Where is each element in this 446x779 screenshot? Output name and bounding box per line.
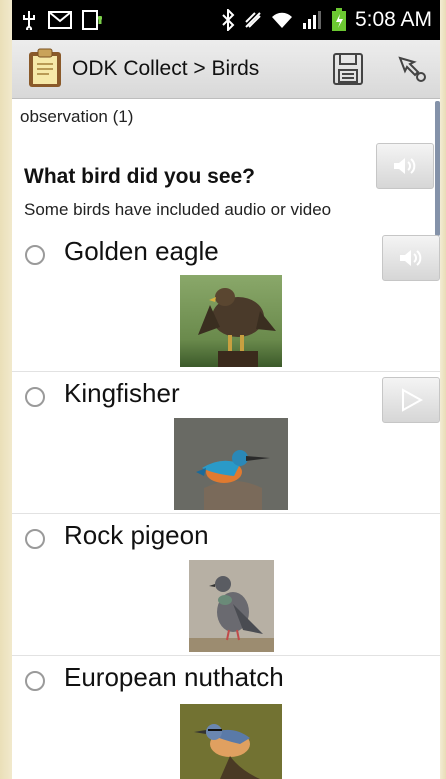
radio-button[interactable] bbox=[25, 671, 45, 691]
radio-button[interactable] bbox=[25, 529, 45, 549]
frame-left bbox=[0, 0, 12, 779]
app-title: ODK Collect > Birds bbox=[72, 57, 260, 80]
speaker-icon bbox=[394, 158, 416, 174]
mail-icon bbox=[48, 11, 72, 29]
choice-audio-button[interactable] bbox=[382, 235, 440, 281]
form-content[interactable]: observation (1) What bird did you see? S… bbox=[12, 99, 440, 779]
clipboard-icon[interactable] bbox=[28, 48, 62, 88]
question-text: What bird did you see? bbox=[24, 165, 256, 188]
divider bbox=[12, 655, 440, 656]
divider bbox=[12, 513, 440, 514]
signal-icon bbox=[302, 11, 321, 29]
scrollbar[interactable] bbox=[435, 101, 440, 236]
choice-video-button[interactable] bbox=[382, 377, 440, 423]
bluetooth-icon bbox=[222, 9, 235, 31]
group-label: observation (1) bbox=[20, 107, 134, 126]
usb-icon bbox=[23, 11, 35, 30]
question-hint: Some birds have included audio or video bbox=[24, 200, 332, 219]
phone-screen: 5:08 AM ODK Collect > Birds observation … bbox=[12, 0, 440, 779]
choice-rock-pigeon[interactable]: Rock pigeon bbox=[12, 517, 440, 655]
save-icon[interactable] bbox=[332, 52, 364, 86]
battery-icon bbox=[331, 8, 346, 31]
action-bar: ODK Collect > Birds bbox=[12, 40, 440, 99]
radio-button[interactable] bbox=[25, 245, 45, 265]
kingfisher-image bbox=[174, 418, 288, 510]
choice-label: European nuthatch bbox=[64, 662, 284, 692]
choice-european-nuthatch[interactable]: European nuthatch bbox=[12, 659, 440, 779]
choice-label: Rock pigeon bbox=[64, 520, 209, 550]
play-icon bbox=[402, 388, 423, 412]
golden-eagle-image bbox=[180, 275, 282, 367]
status-time: 5:08 AM bbox=[354, 8, 432, 31]
choice-label: Kingfisher bbox=[64, 378, 180, 408]
status-bar: 5:08 AM bbox=[12, 0, 440, 40]
divider bbox=[12, 371, 440, 372]
navigation-icon[interactable] bbox=[396, 54, 428, 84]
choice-label: Golden eagle bbox=[64, 236, 219, 266]
choice-golden-eagle[interactable]: Golden eagle bbox=[12, 233, 440, 371]
speaker-icon bbox=[400, 250, 422, 266]
radio-button[interactable] bbox=[25, 387, 45, 407]
frame-right bbox=[440, 0, 446, 779]
nfc-icon bbox=[245, 12, 261, 28]
rock-pigeon-image bbox=[189, 560, 274, 652]
european-nuthatch-image bbox=[180, 704, 282, 779]
question-audio-button[interactable] bbox=[376, 143, 434, 189]
wifi-icon bbox=[271, 12, 292, 28]
choice-kingfisher[interactable]: Kingfisher bbox=[12, 375, 440, 513]
download-icon bbox=[82, 10, 102, 30]
